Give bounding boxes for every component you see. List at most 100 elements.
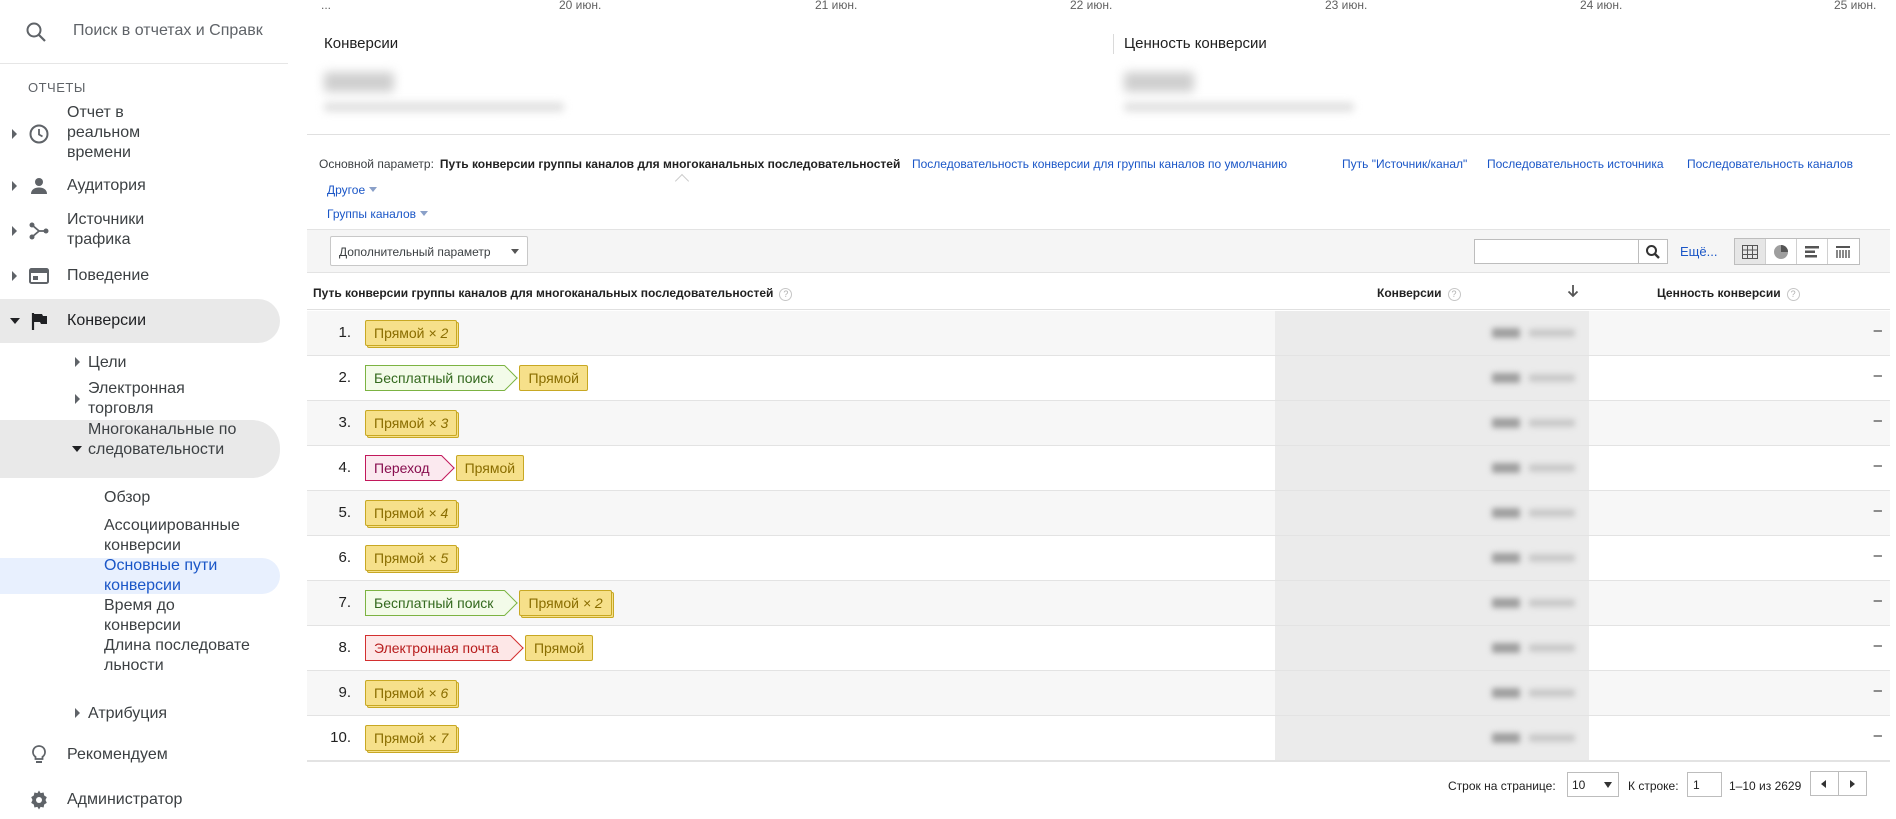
caret-right-icon bbox=[75, 394, 80, 404]
chevron-down-icon bbox=[369, 187, 378, 192]
nav-item-conversions[interactable]: Конверсии bbox=[0, 299, 280, 343]
chevron-left-icon bbox=[1821, 779, 1827, 788]
table-row: 5. Прямой × 4 – bbox=[307, 491, 1890, 536]
conversion-path: Бесплатный поиск Прямой bbox=[365, 365, 599, 391]
sidebar: Поиск в отчетах и Справк ОТЧЕТЫ Отчет в … bbox=[0, 0, 288, 819]
redacted-conversions-count bbox=[1492, 688, 1520, 698]
view-pivot-button[interactable] bbox=[1828, 239, 1859, 264]
nav-item-behavior[interactable]: Поведение bbox=[0, 264, 280, 288]
nav-item-realtime[interactable]: Отчет в реальном времени bbox=[0, 103, 280, 165]
channel-tag-label: Прямой bbox=[374, 685, 425, 701]
next-page-button[interactable] bbox=[1839, 772, 1866, 795]
dimension-link-medium[interactable]: Последовательность каналов bbox=[1687, 157, 1853, 171]
conversion-path: Электронная почта Прямой bbox=[365, 635, 604, 661]
view-performance-button[interactable] bbox=[1797, 239, 1828, 264]
redacted-conversions-count bbox=[1492, 418, 1520, 428]
channel-tag-label: Прямой bbox=[374, 505, 425, 521]
channel-tag-label: Прямой bbox=[464, 460, 516, 476]
sort-descending-icon[interactable] bbox=[1565, 283, 1581, 299]
nav-item-admin[interactable]: Администратор bbox=[0, 788, 280, 812]
view-table-button[interactable] bbox=[1735, 239, 1766, 264]
conversion-value-cell: – bbox=[1873, 547, 1882, 564]
nav-item-path-length[interactable]: Длина последовательности bbox=[0, 636, 280, 696]
nav-item-time-lag[interactable]: Время до конверсии bbox=[0, 596, 280, 636]
conversion-path: Прямой × 2 bbox=[365, 320, 468, 346]
goto-row-input[interactable]: 1 bbox=[1687, 772, 1722, 797]
redacted-conversions-percent bbox=[1529, 554, 1575, 562]
column-header-value[interactable]: Ценность конверсии? bbox=[1657, 286, 1800, 301]
nav-label-behavior: Поведение bbox=[67, 267, 150, 284]
column-header-path[interactable]: Путь конверсии группы каналов для многок… bbox=[313, 286, 793, 301]
nav-label-audience: Аудитория bbox=[67, 177, 146, 194]
redacted-conversions-count bbox=[1492, 463, 1520, 473]
row-number: 10. bbox=[330, 729, 351, 746]
channel-tag-direct: Прямой × 6 bbox=[365, 680, 458, 706]
nav-item-mcf[interactable]: Многоканальные последовательности bbox=[0, 420, 280, 478]
caret-right-icon bbox=[12, 226, 17, 236]
nav-label-recommendations: Рекомендуем bbox=[67, 746, 168, 763]
dimension-link-source-medium[interactable]: Путь "Источник/канал" bbox=[1342, 157, 1467, 171]
nav-item-assisted[interactable]: Ассоциированные конверсии bbox=[0, 516, 280, 558]
row-number: 7. bbox=[338, 594, 351, 611]
column-header-conversions-label: Конверсии bbox=[1377, 286, 1442, 300]
nav-item-goals[interactable]: Цели bbox=[0, 351, 280, 375]
channel-tag-label: Прямой bbox=[374, 415, 425, 431]
kpi-value-redacted bbox=[1124, 72, 1194, 92]
axis-tick: 24 июн. bbox=[1580, 0, 1623, 12]
nav-label-assisted: Ассоциированные конверсии bbox=[104, 517, 240, 554]
nav-item-attribution[interactable]: Атрибуция bbox=[0, 702, 280, 726]
row-number: 1. bbox=[338, 324, 351, 341]
page-nav bbox=[1810, 771, 1867, 796]
channel-groups-label: Группы каналов bbox=[327, 207, 416, 221]
nav-label-mcf: Многоканальные последовательности bbox=[88, 421, 237, 458]
timeline-axis: ... 20 июн. 21 июн. 22 июн. 23 июн. 24 и… bbox=[307, 0, 1887, 12]
channel-groups-dropdown[interactable]: Группы каналов bbox=[327, 207, 428, 221]
table-filter-button[interactable] bbox=[1638, 239, 1668, 264]
axis-tick: 22 июн. bbox=[1070, 0, 1113, 12]
report-search[interactable]: Поиск в отчетах и Справк bbox=[0, 0, 288, 64]
nav-label-top-paths: Основные пути конверсии bbox=[104, 557, 218, 594]
nav-item-recommendations[interactable]: Рекомендуем bbox=[0, 743, 280, 767]
conversion-value-cell: – bbox=[1873, 367, 1882, 384]
help-icon[interactable]: ? bbox=[1786, 288, 1800, 301]
table-row: 3. Прямой × 3 – bbox=[307, 401, 1890, 446]
table-row: 10. Прямой × 7 – bbox=[307, 716, 1890, 761]
row-number: 6. bbox=[338, 549, 351, 566]
advanced-filter-link[interactable]: Ещё... bbox=[1680, 244, 1717, 259]
column-header-conversions[interactable]: Конверсии? bbox=[1377, 286, 1461, 301]
channel-tag-multiplier: × 4 bbox=[428, 505, 449, 521]
redacted-conversions-count bbox=[1492, 328, 1520, 338]
help-icon[interactable]: ? bbox=[779, 288, 793, 301]
help-icon[interactable]: ? bbox=[1447, 288, 1461, 301]
kpi-conversions: Конверсии bbox=[324, 26, 1104, 118]
rows-per-page-select[interactable]: 10 bbox=[1567, 772, 1619, 797]
channel-tag-multiplier: × 2 bbox=[582, 595, 603, 611]
nav-item-acquisition[interactable]: Источники трафика bbox=[0, 210, 280, 252]
caret-down-icon bbox=[72, 446, 82, 452]
pie-chart-icon bbox=[1774, 244, 1788, 259]
chevron-down-icon bbox=[1604, 782, 1612, 788]
redacted-conversions-percent bbox=[1529, 419, 1575, 427]
nav-item-top-paths[interactable]: Основные пути конверсии bbox=[0, 556, 280, 596]
table-filter-input[interactable] bbox=[1474, 239, 1639, 264]
nav-label-path-length: Длина последовательности bbox=[104, 637, 250, 674]
channel-tag-direct: Прямой bbox=[455, 455, 525, 481]
row-number: 4. bbox=[338, 459, 351, 476]
channel-tag-multiplier: × 3 bbox=[428, 415, 449, 431]
secondary-dimension-button[interactable]: Дополнительный параметр bbox=[330, 236, 528, 266]
search-placeholder: Поиск в отчетах и Справк bbox=[73, 22, 263, 39]
prev-page-button[interactable] bbox=[1811, 772, 1839, 795]
nav-item-mcf-overview[interactable]: Обзор bbox=[0, 487, 280, 511]
redacted-conversions-count bbox=[1492, 733, 1520, 743]
view-pie-button[interactable] bbox=[1766, 239, 1797, 264]
dimension-other-dropdown[interactable]: Другое bbox=[327, 183, 378, 197]
caret-right-icon bbox=[12, 181, 17, 191]
dimension-link-source[interactable]: Последовательность источника bbox=[1487, 157, 1664, 171]
nav-item-audience[interactable]: Аудитория bbox=[0, 174, 280, 198]
nav-label-time-lag: Время до конверсии bbox=[104, 597, 181, 634]
table-grid-icon bbox=[1742, 244, 1758, 259]
nav-item-ecommerce[interactable]: Электронная торговля bbox=[0, 379, 280, 421]
channel-tag-direct: Прямой × 2 bbox=[519, 590, 612, 616]
clock-icon bbox=[29, 124, 49, 144]
dimension-link-default-channel[interactable]: Последовательность конверсии для группы … bbox=[912, 157, 1287, 171]
